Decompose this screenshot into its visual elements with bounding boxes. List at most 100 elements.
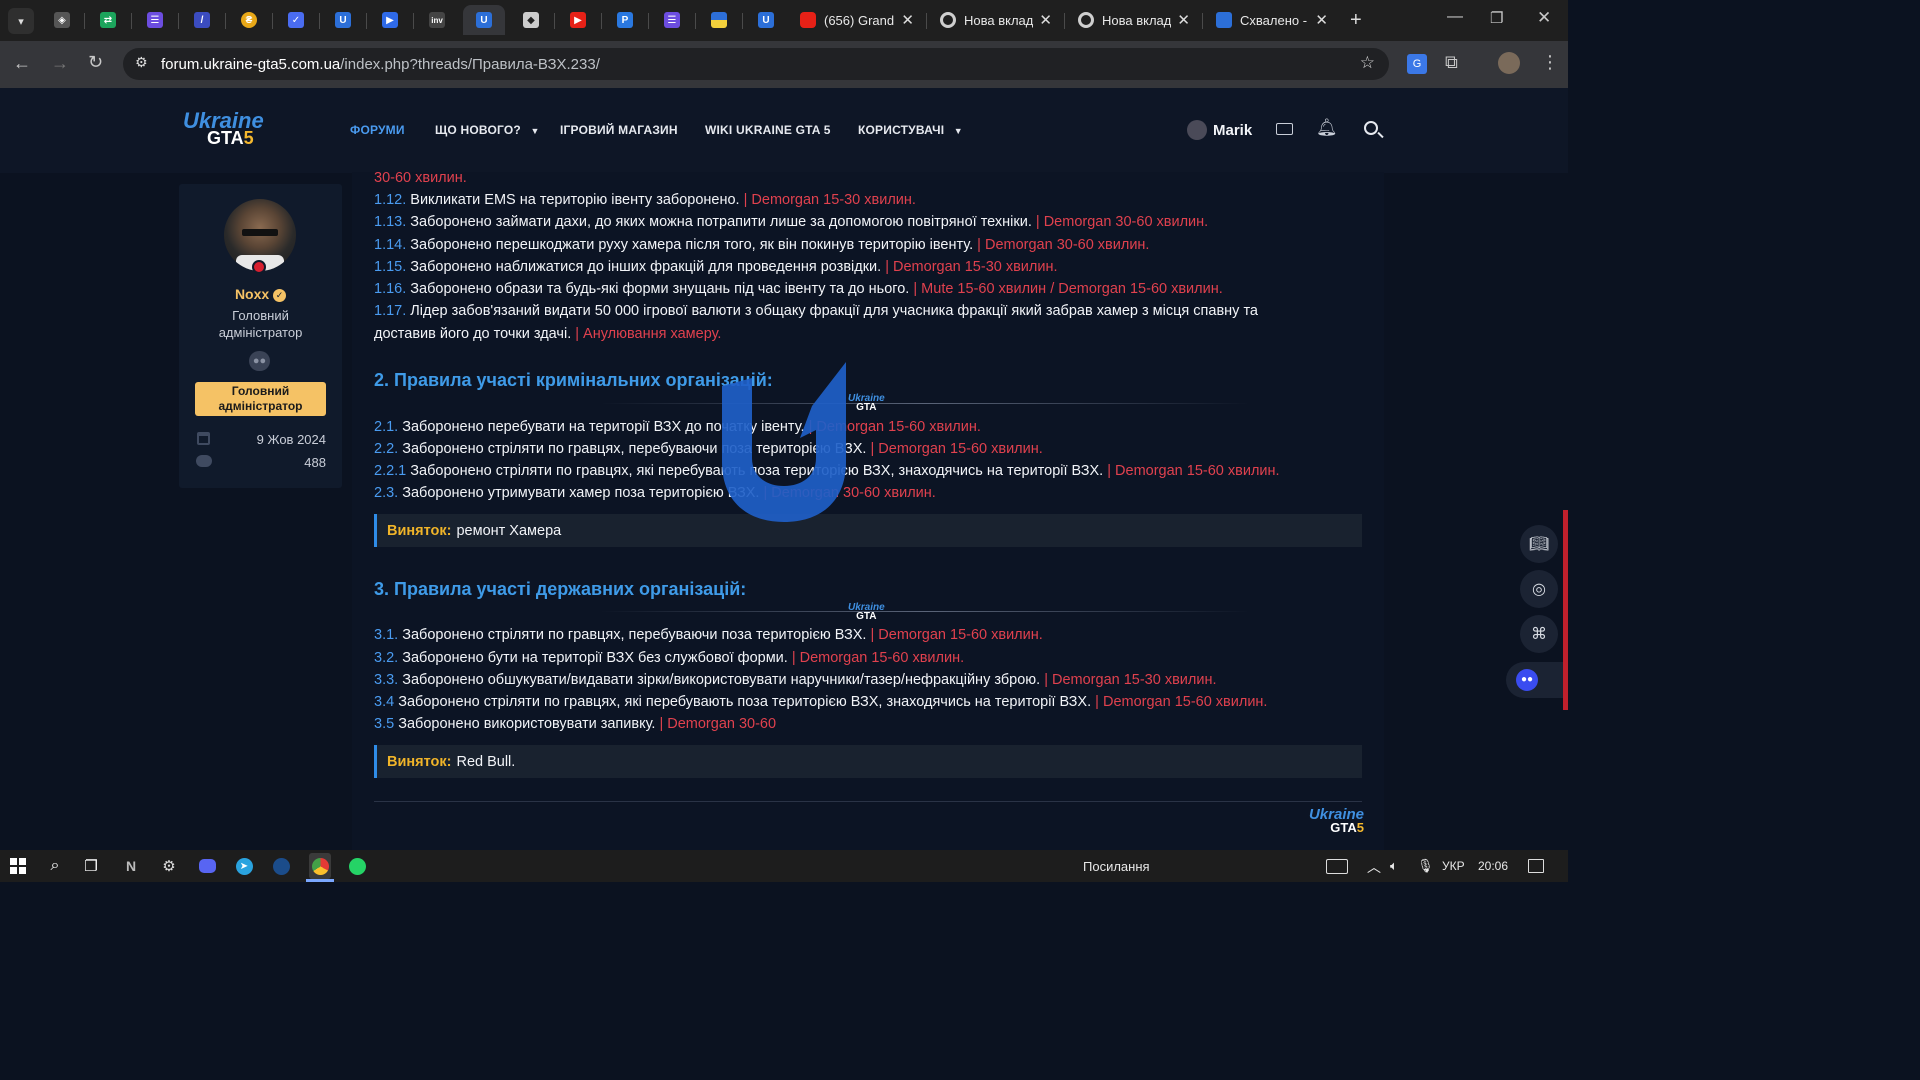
footer-logo: Ukraine GTA5 [1308, 806, 1364, 835]
author-name[interactable]: Noxx ✓ [179, 286, 342, 302]
language-indicator[interactable]: УКР [1442, 859, 1465, 873]
tab-new-2[interactable]: Нова вклад ✕ [1070, 5, 1198, 35]
menu-icon[interactable]: ⋮ [1541, 52, 1559, 73]
back-icon[interactable]: ← [13, 53, 31, 74]
rule-3-1: 3.1. Заборонено стріляти по гравцях, пер… [374, 627, 1043, 643]
telegram-icon[interactable]: ➤ [234, 856, 254, 876]
restore-icon[interactable]: ❐ [1490, 9, 1503, 27]
site-info-icon[interactable]: ⚙ [135, 54, 148, 71]
close-icon[interactable]: ✕ [1039, 11, 1052, 29]
search-icon[interactable]: ⌕ [45, 856, 65, 876]
close-icon[interactable]: ✕ [1315, 11, 1328, 29]
bookmark-star-icon[interactable]: ☆ [1360, 53, 1375, 73]
nav-game-shop[interactable]: ІГРОВИЙ МАГАЗИН [560, 123, 678, 137]
pinned-tab[interactable]: P [611, 5, 639, 35]
nav-wiki[interactable]: WIKI UKRAINE GTA 5 [705, 123, 831, 137]
pinned-tab[interactable]: inv [423, 5, 451, 35]
ukraine-gta-icon: U [476, 12, 492, 28]
news-icon[interactable] [1325, 856, 1349, 876]
translate-icon[interactable]: G [1407, 54, 1427, 74]
post-footer-divider [374, 801, 1362, 802]
taskbar-search-text[interactable]: Посилання [1083, 859, 1150, 874]
play-icon: ▶ [382, 12, 398, 28]
notion-icon[interactable]: N [121, 856, 141, 876]
nav-users[interactable]: КОРИСТУВАЧІ ▼ [858, 123, 963, 137]
task-view-icon[interactable]: ❐ [81, 856, 101, 876]
new-tab-icon[interactable]: + [1350, 9, 1362, 32]
tab-separator [695, 13, 696, 29]
pinned-tab[interactable]: ⇄ [94, 5, 122, 35]
pinned-tab[interactable]: ☰ [141, 5, 169, 35]
notifications-icon[interactable] [1526, 856, 1546, 876]
assistant-button[interactable]: ●● [1506, 662, 1568, 698]
reader-mode-button[interactable]: 📖︎ [1520, 525, 1558, 563]
exception-box-2: Виняток: ремонт Хамера [374, 514, 1362, 547]
forward-icon[interactable]: → [51, 53, 69, 74]
scroll-indicator [1563, 510, 1568, 710]
chrome-icon[interactable] [309, 853, 331, 879]
steam-icon[interactable]: ⚙ [159, 856, 179, 876]
username: Marik [1213, 121, 1253, 139]
site-logo[interactable]: Ukraine GTA5 [183, 108, 273, 150]
tab-separator [272, 13, 273, 29]
user-menu[interactable]: Marik [1187, 120, 1252, 140]
pinned-tab[interactable]: ₴ [235, 5, 263, 35]
tab-separator [926, 13, 927, 29]
pinned-tab[interactable]: ◈ [48, 5, 76, 35]
nav-forums[interactable]: ФОРУМИ [350, 123, 405, 137]
tab-separator [601, 13, 602, 29]
cube-icon: ◆ [523, 12, 539, 28]
steam-client-icon[interactable] [271, 856, 291, 876]
rule-fragment: 30-60 хвилин. [374, 170, 467, 186]
nav-whats-new[interactable]: ЩО НОВОГО? ▼ [435, 123, 540, 137]
pinned-tab[interactable]: ✓ [282, 5, 310, 35]
pinned-tab[interactable]: ▶ [376, 5, 404, 35]
pinned-tab[interactable]: ▶ [564, 5, 592, 35]
active-tab[interactable]: U [463, 5, 505, 35]
pinned-tab[interactable] [705, 5, 733, 35]
bell-icon[interactable]: 🔔︎ [1316, 118, 1338, 138]
docs-icon: / [194, 12, 210, 28]
pinned-tab[interactable]: ☰ [658, 5, 686, 35]
address-bar[interactable]: ⚙ forum.ukraine-gta5.com.ua/index.php?th… [123, 48, 1389, 80]
tab-title: Схвалено - [1240, 12, 1308, 28]
group-icon: ●● [249, 351, 270, 371]
profile-avatar[interactable] [1498, 52, 1520, 74]
clock[interactable]: 20:06 [1478, 859, 1508, 873]
rule-3-5: 3.5 Заборонено використовувати запивку. … [374, 716, 777, 732]
tab-separator [225, 13, 226, 29]
tab-new-1[interactable]: Нова вклад ✕ [932, 5, 1060, 35]
user-avatar [1187, 120, 1207, 140]
page: Ukraine GTA5 ФОРУМИ ЩО НОВОГО? ▼ ІГРОВИЙ… [0, 88, 1568, 850]
rule-1-17-cont: доставив його до точки здачі. | Анулюван… [374, 326, 722, 342]
pinned-tab[interactable]: ◆ [517, 5, 545, 35]
tab-approved[interactable]: Схвалено - ✕ [1208, 5, 1336, 35]
pinned-tab[interactable]: / [188, 5, 216, 35]
microphone-icon[interactable]: 🎙︎ [1417, 858, 1434, 874]
close-icon[interactable]: ✕ [1177, 11, 1190, 29]
discord-icon[interactable] [197, 856, 217, 876]
extensions-icon[interactable]: ⧉ [1445, 52, 1458, 73]
logo-bottom: GTA5 [207, 128, 254, 148]
pinned-tab[interactable]: U [752, 5, 780, 35]
tab-separator [742, 13, 743, 29]
tab-title: (656) Grand [824, 12, 895, 28]
mail-icon[interactable] [1276, 123, 1293, 135]
windows-start-icon[interactable] [8, 856, 28, 876]
search-icon[interactable] [1364, 121, 1384, 139]
close-window-icon[interactable]: ✕ [1537, 8, 1551, 28]
minimize-icon[interactable]: — [1447, 8, 1463, 26]
cast-button[interactable]: ◎ [1520, 570, 1558, 608]
pinned-tab[interactable]: U [329, 5, 357, 35]
tab-youtube[interactable]: (656) Grand ✕ [792, 5, 922, 35]
close-icon[interactable]: ✕ [901, 11, 914, 29]
whatsapp-icon[interactable] [347, 856, 367, 876]
rule-1-16: 1.16. Заборонено образи та будь-які форм… [374, 281, 1223, 297]
inventory-icon: inv [429, 12, 445, 28]
volume-icon[interactable]: 🔈︎ [1390, 858, 1398, 874]
reload-icon[interactable]: ↻ [88, 52, 103, 73]
tray-chevron-icon[interactable]: ︿ [1367, 857, 1381, 877]
apps-button[interactable]: ⌘ [1520, 615, 1558, 653]
ukraine-gta-watermark [722, 362, 846, 522]
tab-search-button[interactable]: ▾ [8, 8, 34, 34]
